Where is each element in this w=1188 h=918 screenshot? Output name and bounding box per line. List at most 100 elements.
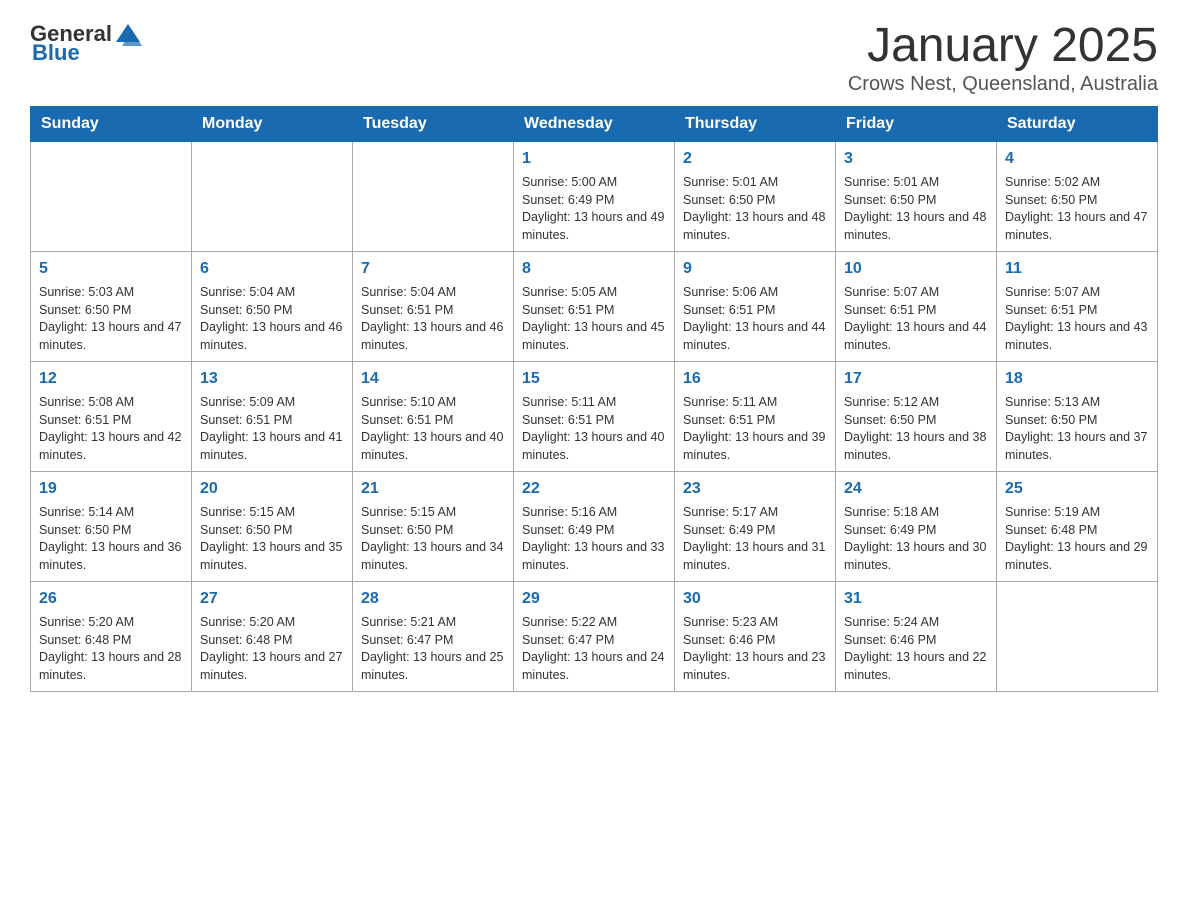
day-info: Sunrise: 5:06 AMSunset: 6:51 PMDaylight:… <box>683 284 827 354</box>
day-info: Sunrise: 5:22 AMSunset: 6:47 PMDaylight:… <box>522 614 666 684</box>
day-number: 22 <box>522 478 666 500</box>
day-info: Sunrise: 5:11 AMSunset: 6:51 PMDaylight:… <box>683 394 827 464</box>
day-header-wednesday: Wednesday <box>514 106 675 141</box>
day-info: Sunrise: 5:01 AMSunset: 6:50 PMDaylight:… <box>844 174 988 244</box>
day-info: Sunrise: 5:13 AMSunset: 6:50 PMDaylight:… <box>1005 394 1149 464</box>
day-info: Sunrise: 5:03 AMSunset: 6:50 PMDaylight:… <box>39 284 183 354</box>
day-number: 30 <box>683 588 827 610</box>
calendar-header: SundayMondayTuesdayWednesdayThursdayFrid… <box>31 106 1158 141</box>
day-info: Sunrise: 5:17 AMSunset: 6:49 PMDaylight:… <box>683 504 827 574</box>
calendar-subtitle: Crows Nest, Queensland, Australia <box>848 73 1158 96</box>
calendar-cell: 28 Sunrise: 5:21 AMSunset: 6:47 PMDayligh… <box>353 581 514 691</box>
calendar-cell: 22 Sunrise: 5:16 AMSunset: 6:49 PMDayligh… <box>514 471 675 581</box>
day-number: 1 <box>522 148 666 170</box>
day-info: Sunrise: 5:10 AMSunset: 6:51 PMDaylight:… <box>361 394 505 464</box>
day-number: 19 <box>39 478 183 500</box>
day-number: 31 <box>844 588 988 610</box>
day-number: 14 <box>361 368 505 390</box>
day-number: 4 <box>1005 148 1149 170</box>
days-header-row: SundayMondayTuesdayWednesdayThursdayFrid… <box>31 106 1158 141</box>
day-number: 23 <box>683 478 827 500</box>
day-header-friday: Friday <box>836 106 997 141</box>
calendar-cell: 7 Sunrise: 5:04 AMSunset: 6:51 PMDaylight… <box>353 251 514 361</box>
day-info: Sunrise: 5:07 AMSunset: 6:51 PMDaylight:… <box>844 284 988 354</box>
calendar-cell: 25Sunrise: 5:19 AMSunset: 6:48 PMDayligh… <box>997 471 1158 581</box>
day-number: 5 <box>39 258 183 280</box>
day-header-saturday: Saturday <box>997 106 1158 141</box>
day-info: Sunrise: 5:24 AMSunset: 6:46 PMDaylight:… <box>844 614 988 684</box>
calendar-cell: 13 Sunrise: 5:09 AMSunset: 6:51 PMDayligh… <box>192 361 353 471</box>
calendar-cell: 21 Sunrise: 5:15 AMSunset: 6:50 PMDayligh… <box>353 471 514 581</box>
calendar-cell: 6 Sunrise: 5:04 AMSunset: 6:50 PMDaylight… <box>192 251 353 361</box>
day-info: Sunrise: 5:02 AMSunset: 6:50 PMDaylight:… <box>1005 174 1149 244</box>
day-info: Sunrise: 5:08 AMSunset: 6:51 PMDaylight:… <box>39 394 183 464</box>
day-number: 8 <box>522 258 666 280</box>
week-row-3: 12Sunrise: 5:08 AMSunset: 6:51 PMDayligh… <box>31 361 1158 471</box>
day-info: Sunrise: 5:14 AMSunset: 6:50 PMDaylight:… <box>39 504 183 574</box>
day-number: 13 <box>200 368 344 390</box>
day-info: Sunrise: 5:04 AMSunset: 6:50 PMDaylight:… <box>200 284 344 354</box>
calendar-cell: 9 Sunrise: 5:06 AMSunset: 6:51 PMDaylight… <box>675 251 836 361</box>
day-number: 7 <box>361 258 505 280</box>
calendar-cell: 10 Sunrise: 5:07 AMSunset: 6:51 PMDayligh… <box>836 251 997 361</box>
day-info: Sunrise: 5:15 AMSunset: 6:50 PMDaylight:… <box>361 504 505 574</box>
day-header-sunday: Sunday <box>31 106 192 141</box>
day-info: Sunrise: 5:09 AMSunset: 6:51 PMDaylight:… <box>200 394 344 464</box>
calendar-cell: 30 Sunrise: 5:23 AMSunset: 6:46 PMDayligh… <box>675 581 836 691</box>
calendar-table: SundayMondayTuesdayWednesdayThursdayFrid… <box>30 106 1158 692</box>
day-info: Sunrise: 5:11 AMSunset: 6:51 PMDaylight:… <box>522 394 666 464</box>
page-header: General Blue January 2025 Crows Nest, Qu… <box>30 20 1158 96</box>
logo-icon <box>114 20 142 48</box>
week-row-5: 26Sunrise: 5:20 AMSunset: 6:48 PMDayligh… <box>31 581 1158 691</box>
calendar-cell: 26Sunrise: 5:20 AMSunset: 6:48 PMDayligh… <box>31 581 192 691</box>
calendar-cell: 20 Sunrise: 5:15 AMSunset: 6:50 PMDayligh… <box>192 471 353 581</box>
day-info: Sunrise: 5:07 AMSunset: 6:51 PMDaylight:… <box>1005 284 1149 354</box>
calendar-cell: 1 Sunrise: 5:00 AMSunset: 6:49 PMDaylight… <box>514 141 675 251</box>
calendar-cell: 31 Sunrise: 5:24 AMSunset: 6:46 PMDayligh… <box>836 581 997 691</box>
calendar-cell <box>31 141 192 251</box>
day-number: 6 <box>200 258 344 280</box>
week-row-4: 19 Sunrise: 5:14 AMSunset: 6:50 PMDayligh… <box>31 471 1158 581</box>
day-info: Sunrise: 5:04 AMSunset: 6:51 PMDaylight:… <box>361 284 505 354</box>
day-info: Sunrise: 5:15 AMSunset: 6:50 PMDaylight:… <box>200 504 344 574</box>
day-info: Sunrise: 5:19 AMSunset: 6:48 PMDaylight:… <box>1005 504 1149 574</box>
day-number: 28 <box>361 588 505 610</box>
day-number: 16 <box>683 368 827 390</box>
day-number: 10 <box>844 258 988 280</box>
day-number: 24 <box>844 478 988 500</box>
day-info: Sunrise: 5:21 AMSunset: 6:47 PMDaylight:… <box>361 614 505 684</box>
calendar-cell: 16 Sunrise: 5:11 AMSunset: 6:51 PMDayligh… <box>675 361 836 471</box>
day-info: Sunrise: 5:05 AMSunset: 6:51 PMDaylight:… <box>522 284 666 354</box>
week-row-2: 5 Sunrise: 5:03 AMSunset: 6:50 PMDaylight… <box>31 251 1158 361</box>
calendar-cell <box>353 141 514 251</box>
calendar-cell: 8 Sunrise: 5:05 AMSunset: 6:51 PMDaylight… <box>514 251 675 361</box>
day-info: Sunrise: 5:12 AMSunset: 6:50 PMDaylight:… <box>844 394 988 464</box>
day-number: 21 <box>361 478 505 500</box>
calendar-cell: 15 Sunrise: 5:11 AMSunset: 6:51 PMDayligh… <box>514 361 675 471</box>
calendar-cell: 18Sunrise: 5:13 AMSunset: 6:50 PMDayligh… <box>997 361 1158 471</box>
day-info: Sunrise: 5:23 AMSunset: 6:46 PMDaylight:… <box>683 614 827 684</box>
day-info: Sunrise: 5:01 AMSunset: 6:50 PMDaylight:… <box>683 174 827 244</box>
day-number: 17 <box>844 368 988 390</box>
calendar-title: January 2025 <box>848 20 1158 73</box>
day-number: 3 <box>844 148 988 170</box>
day-number: 11 <box>1005 258 1149 280</box>
day-header-thursday: Thursday <box>675 106 836 141</box>
day-info: Sunrise: 5:16 AMSunset: 6:49 PMDaylight:… <box>522 504 666 574</box>
calendar-cell <box>192 141 353 251</box>
day-number: 15 <box>522 368 666 390</box>
logo-blue: Blue <box>32 40 80 66</box>
day-number: 20 <box>200 478 344 500</box>
calendar-cell: 11 Sunrise: 5:07 AMSunset: 6:51 PMDayligh… <box>997 251 1158 361</box>
day-number: 26 <box>39 588 183 610</box>
day-header-monday: Monday <box>192 106 353 141</box>
calendar-cell: 27Sunrise: 5:20 AMSunset: 6:48 PMDayligh… <box>192 581 353 691</box>
calendar-cell: 19 Sunrise: 5:14 AMSunset: 6:50 PMDayligh… <box>31 471 192 581</box>
calendar-cell: 12Sunrise: 5:08 AMSunset: 6:51 PMDayligh… <box>31 361 192 471</box>
calendar-cell <box>997 581 1158 691</box>
day-number: 27 <box>200 588 344 610</box>
day-number: 9 <box>683 258 827 280</box>
day-info: Sunrise: 5:00 AMSunset: 6:49 PMDaylight:… <box>522 174 666 244</box>
day-number: 29 <box>522 588 666 610</box>
day-number: 2 <box>683 148 827 170</box>
